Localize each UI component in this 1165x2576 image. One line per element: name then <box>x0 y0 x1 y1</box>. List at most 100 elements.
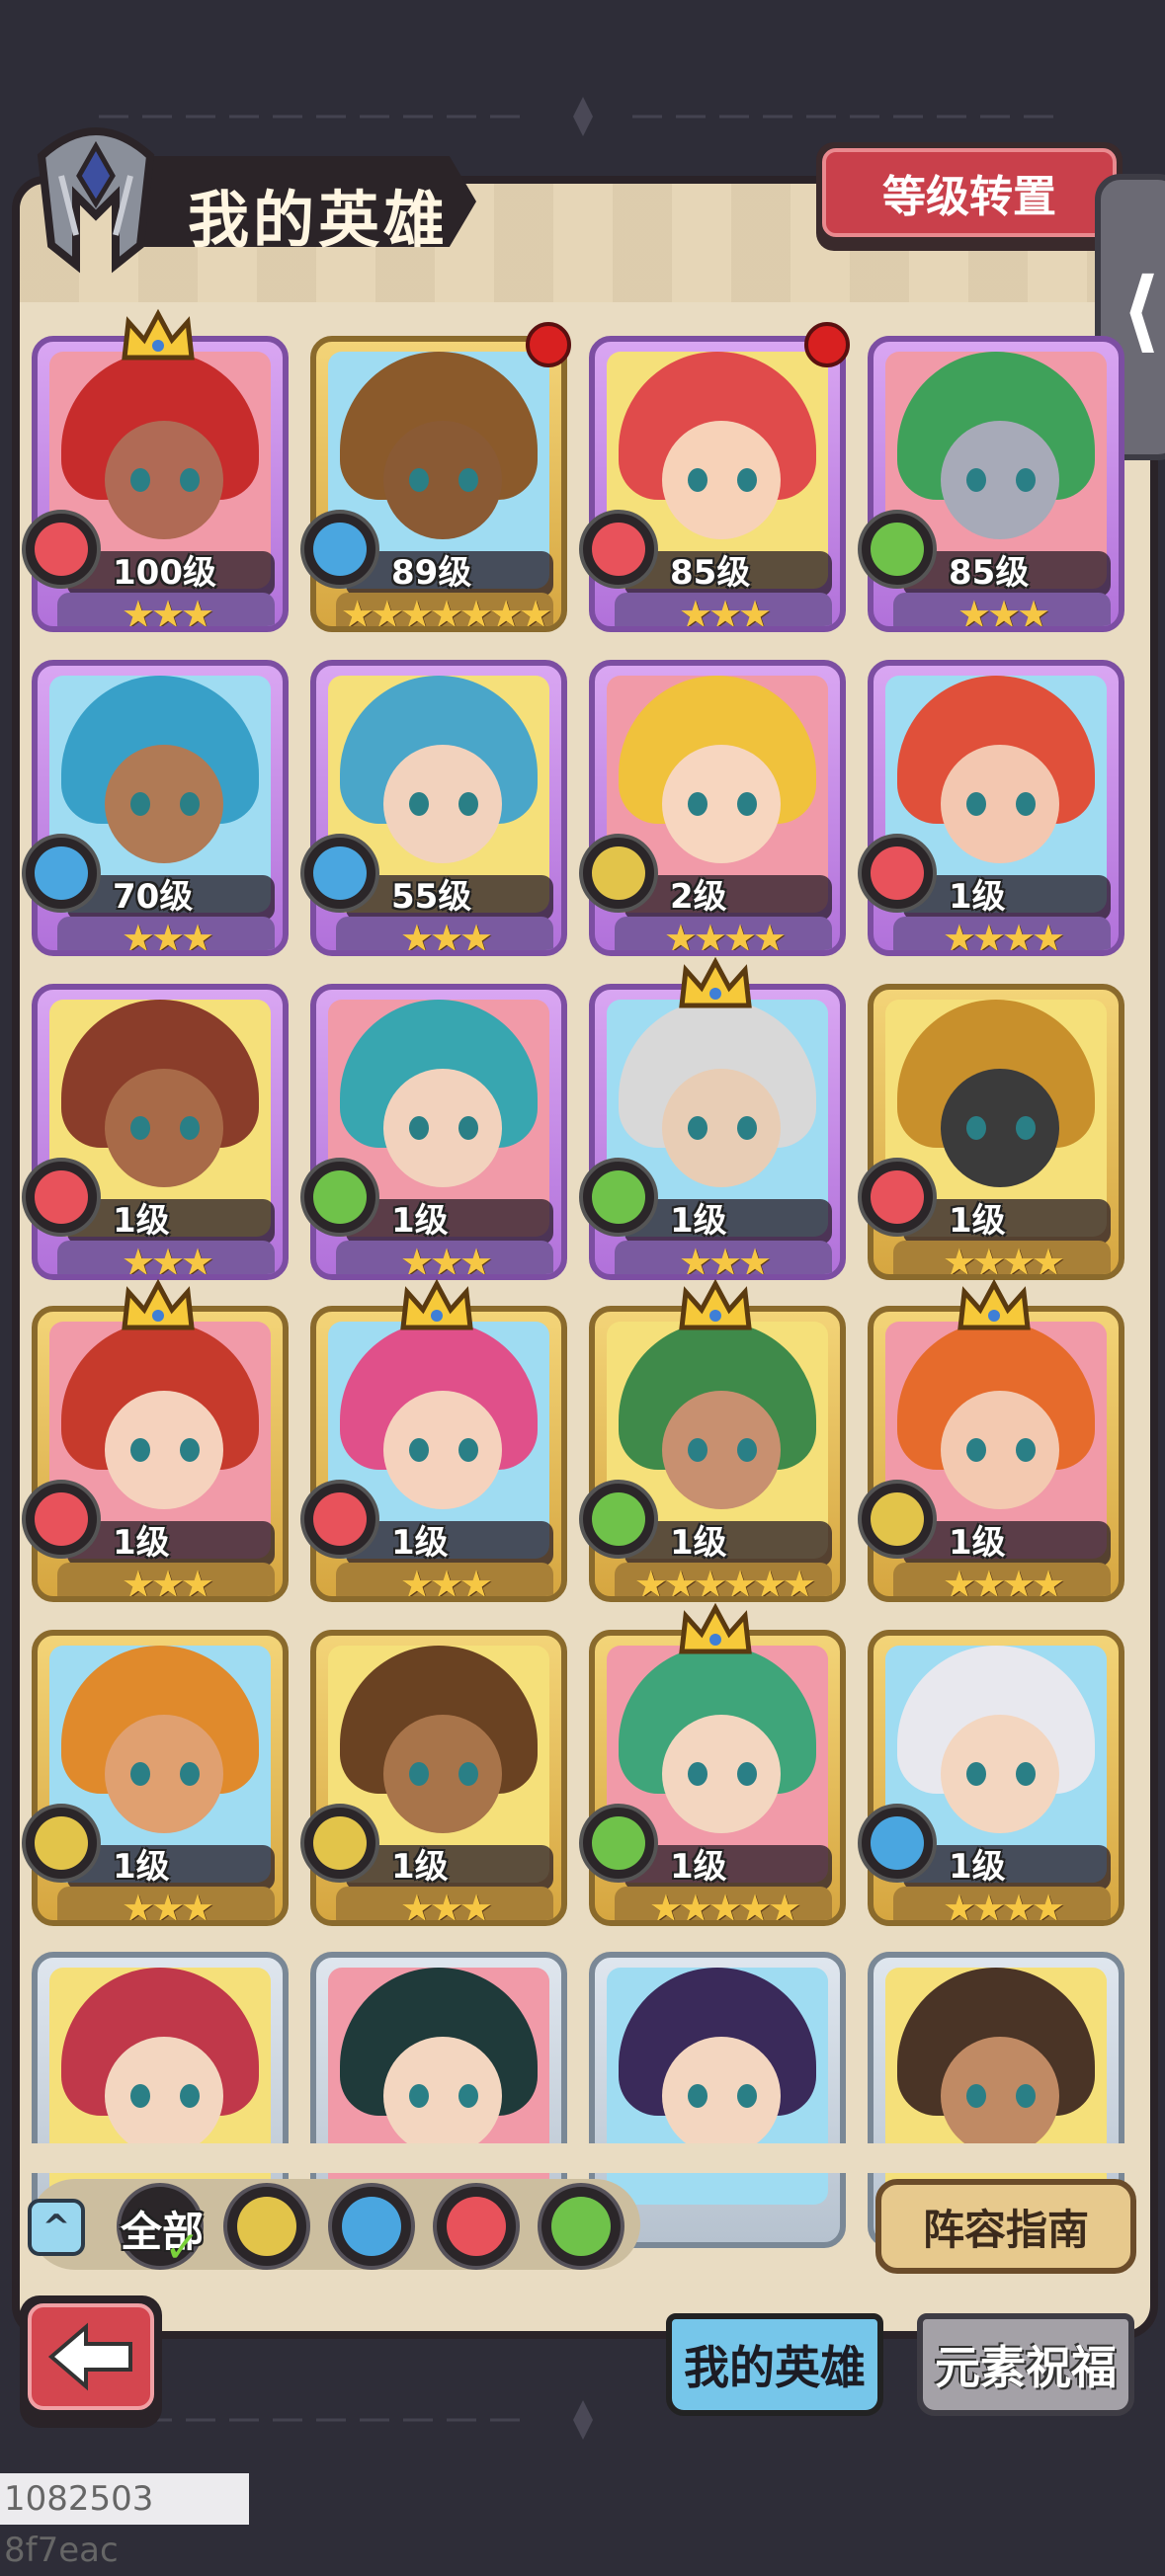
hero-eye <box>1016 2084 1036 2108</box>
hero-eye <box>966 792 986 816</box>
tab-my-heroes[interactable]: 我的英雄 <box>666 2313 883 2416</box>
earth-icon <box>313 1816 367 1870</box>
hero-level: 1级 <box>670 1201 727 1241</box>
hero-face <box>105 2037 223 2155</box>
crown-icon <box>679 1278 752 1330</box>
hero-face <box>105 1391 223 1509</box>
hero-card-frame: 1级 ★★★★ <box>868 1630 1124 1926</box>
hero-eye <box>180 792 200 816</box>
back-button[interactable] <box>20 2295 162 2428</box>
star-rating: ★★★ <box>57 593 275 626</box>
water-element-badge <box>300 834 379 913</box>
hero-eye <box>1016 1116 1036 1140</box>
hero-face <box>383 421 502 539</box>
hero-card[interactable]: 55级 ★★★ <box>300 660 567 956</box>
hero-eye <box>688 2084 707 2108</box>
lineup-guide-button[interactable]: 阵容指南 <box>875 2179 1136 2274</box>
hero-card[interactable]: 70级 ★★★ <box>22 660 289 956</box>
hero-level: 1级 <box>391 1523 449 1563</box>
hero-card[interactable]: 1级 ★★★ <box>22 984 289 1280</box>
hero-card[interactable]: 1级 ★★★★★★ <box>579 1278 846 1602</box>
wind-element-badge <box>858 510 937 589</box>
fire-element-badge <box>579 510 658 589</box>
hero-card[interactable]: 2级 ★★★★ <box>579 660 846 956</box>
star-rating: ★★★ <box>336 1563 553 1596</box>
hero-face <box>662 745 781 863</box>
water-element-badge <box>300 510 379 589</box>
water-element-badge <box>858 1804 937 1883</box>
hero-card[interactable]: 85级 ★★★ <box>858 336 1124 632</box>
hero-level: 1级 <box>391 1201 449 1241</box>
hero-eye <box>180 1438 200 1462</box>
crown-icon <box>122 1278 195 1330</box>
hero-card[interactable]: 85级 ★★★ <box>579 322 850 632</box>
tab-element-blessing[interactable]: 元素祝福 <box>917 2313 1134 2416</box>
fire-icon <box>313 1492 367 1546</box>
hero-face <box>941 1069 1059 1187</box>
hero-level: 2级 <box>670 877 727 917</box>
fire-element-badge <box>22 510 101 589</box>
star-rating: ★★★ <box>336 917 553 950</box>
hero-eye <box>688 1116 707 1140</box>
hero-card[interactable]: 1级 ★★★ <box>300 984 567 1280</box>
hero-eye <box>737 468 757 492</box>
hero-level: 70级 <box>113 877 194 917</box>
hero-card[interactable]: 1级 ★★★ <box>300 1630 567 1926</box>
hero-card[interactable]: 1级 ★★★ <box>579 956 846 1280</box>
wind-icon <box>313 1170 367 1224</box>
star-rating: ★★★ <box>336 1887 553 1920</box>
back-arrow-icon <box>28 2303 154 2410</box>
hero-level: 100级 <box>113 553 216 593</box>
grid-bottom-mask <box>24 2143 1140 2173</box>
filter-earth-button[interactable] <box>223 2183 310 2270</box>
star-rating: ★★★ <box>57 1887 275 1920</box>
hero-face <box>941 2037 1059 2155</box>
wind-icon <box>871 523 924 576</box>
earth-element-badge <box>22 1804 101 1883</box>
hero-card-frame: 1级 ★★★ <box>310 1306 567 1602</box>
hero-card[interactable]: 89级 ★★★★★★★ <box>300 322 571 632</box>
hero-card[interactable]: 1级 ★★★ <box>22 1278 289 1602</box>
hero-level: 1级 <box>949 1201 1006 1241</box>
hero-card[interactable]: 100级 ★★★ <box>22 308 289 632</box>
hero-card[interactable]: 1级 ★★★ <box>22 1630 289 1926</box>
hero-eye <box>130 1762 150 1786</box>
hero-eye <box>409 1762 429 1786</box>
hero-face <box>105 421 223 539</box>
hero-card-frame: 70级 ★★★ <box>32 660 289 956</box>
hero-face <box>941 1715 1059 1833</box>
checkmark-icon: ✓ <box>164 2222 201 2273</box>
hero-card[interactable]: 1级 ★★★★★ <box>579 1602 846 1926</box>
filter-fire-button[interactable] <box>433 2183 520 2270</box>
hero-card-frame: 1级 ★★★★★★ <box>589 1306 846 1602</box>
hero-card[interactable]: 1级 ★★★★ <box>858 1630 1124 1926</box>
filter-wind-button[interactable] <box>538 2183 624 2270</box>
water-element-badge <box>22 834 101 913</box>
hero-card[interactable]: 1级 ★★★★ <box>858 984 1124 1280</box>
hero-eye <box>409 792 429 816</box>
hero-card[interactable]: 1级 ★★★ <box>300 1278 567 1602</box>
hero-eye <box>737 1762 757 1786</box>
hero-face <box>662 2037 781 2155</box>
hero-eye <box>966 2084 986 2108</box>
water-icon <box>342 2197 401 2256</box>
hero-face <box>383 1069 502 1187</box>
notification-dot <box>526 322 571 367</box>
filter-water-button[interactable] <box>328 2183 415 2270</box>
wind-element-badge <box>579 1480 658 1559</box>
hero-face <box>383 745 502 863</box>
hero-card[interactable]: 1级 ★★★★ <box>858 660 1124 956</box>
hero-level: 1级 <box>949 1523 1006 1563</box>
star-rating: ★★★★★★★ <box>336 593 553 626</box>
notification-dot <box>804 322 850 367</box>
hero-card[interactable]: 1级 ★★★★ <box>858 1278 1124 1602</box>
hero-eye <box>409 1438 429 1462</box>
hero-eye <box>130 792 150 816</box>
hero-level: 85级 <box>670 553 751 593</box>
collapse-filter-button[interactable]: ^ <box>28 2199 85 2256</box>
fire-element-badge <box>22 1158 101 1237</box>
hero-eye <box>737 1438 757 1462</box>
hero-eye <box>688 792 707 816</box>
hero-card-frame: 1级 ★★★ <box>32 1306 289 1602</box>
star-rating: ★★★★ <box>893 1563 1111 1596</box>
